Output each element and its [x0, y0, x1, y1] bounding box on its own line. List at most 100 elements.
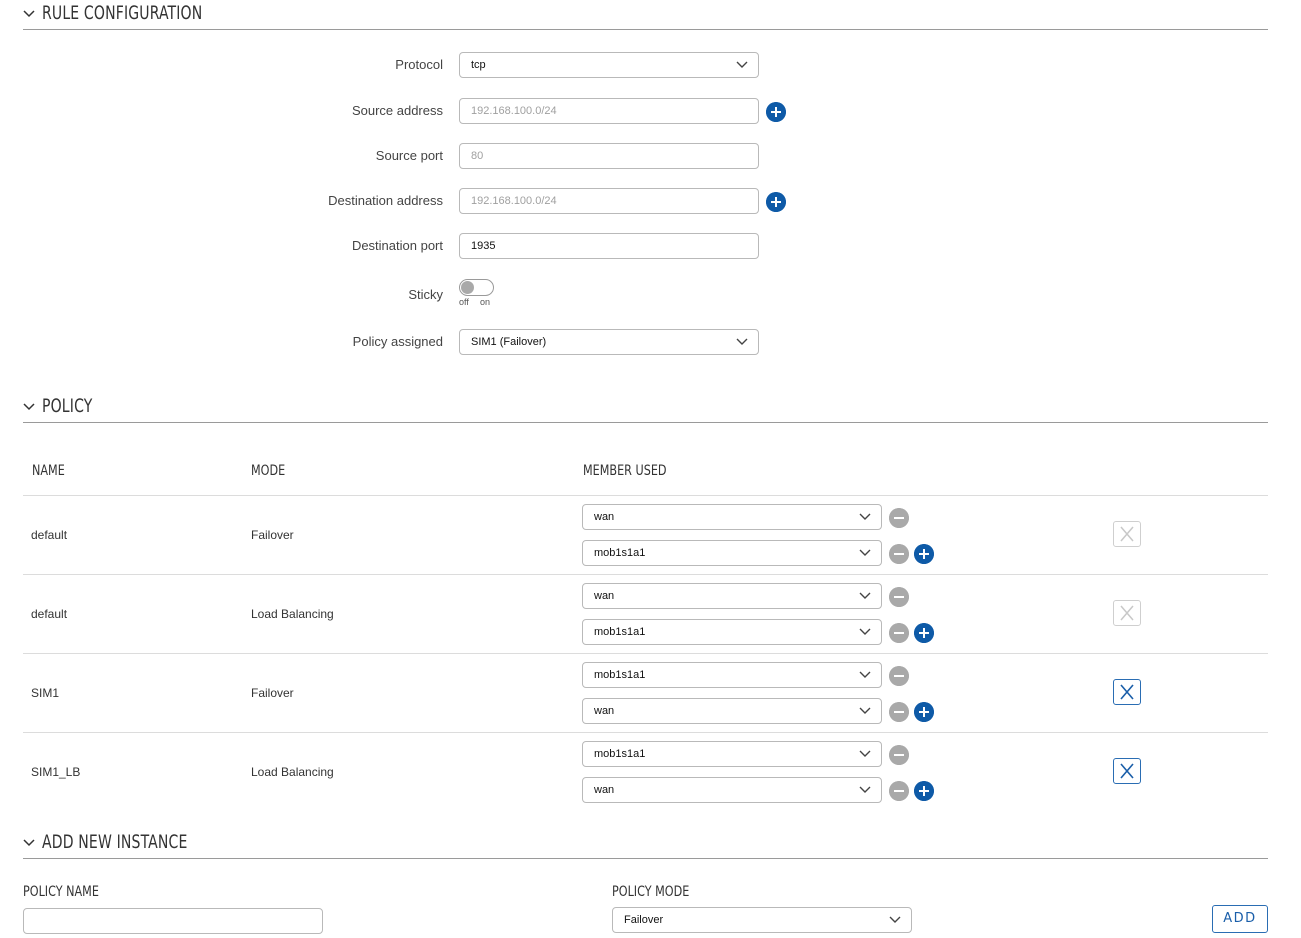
row-divider: [23, 653, 1268, 654]
policy-name: SIM1_LB: [31, 765, 81, 779]
rule-configuration-header[interactable]: RULE CONFIGURATION: [23, 0, 1268, 30]
remove-member-button[interactable]: [889, 702, 909, 722]
remove-member-button[interactable]: [889, 623, 909, 643]
close-icon: [1120, 605, 1134, 621]
member-select[interactable]: wan: [582, 504, 882, 530]
destination-port-label: Destination port: [351, 238, 443, 253]
policy-mode-label: POLICY MODE: [612, 884, 690, 900]
member-value: mob1s1a1: [594, 626, 646, 638]
remove-member-button[interactable]: [889, 666, 909, 686]
chevron-down-icon: [859, 750, 871, 757]
protocol-select[interactable]: tcp: [459, 52, 759, 78]
policy-mode: Load Balancing: [251, 607, 334, 621]
section-title: POLICY: [42, 395, 93, 417]
source-address-input[interactable]: 192.168.100.0/24: [459, 98, 759, 124]
row-divider: [23, 495, 1268, 496]
add-new-instance-header[interactable]: ADD NEW INSTANCE: [23, 829, 1268, 859]
member-value: wan: [594, 784, 615, 796]
destination-port-row: Destination port 1935: [0, 233, 1301, 259]
toggle-on-caption: on: [480, 297, 491, 307]
chevron-down-icon: [736, 61, 748, 68]
member-select[interactable]: wan: [582, 777, 882, 803]
policy-name: SIM1: [31, 686, 60, 700]
delete-policy-button[interactable]: [1113, 758, 1141, 784]
chevron-down-icon[interactable]: [23, 8, 35, 20]
source-address-row: Source address 192.168.100.0/24: [0, 98, 1301, 124]
protocol-value: tcp: [471, 59, 486, 71]
column-header-name: NAME: [32, 463, 65, 479]
source-port-row: Source port 80: [0, 143, 1301, 169]
add-member-button[interactable]: [914, 623, 934, 643]
remove-member-button[interactable]: [889, 781, 909, 801]
policy-name-label: POLICY NAME: [23, 884, 99, 900]
add-source-address-button[interactable]: [766, 102, 786, 122]
member-value: mob1s1a1: [594, 669, 646, 681]
column-header-member: MEMBER USED: [583, 463, 667, 479]
chevron-down-icon[interactable]: [23, 837, 35, 849]
member-value: mob1s1a1: [594, 748, 646, 760]
toggle-off-caption: off: [459, 297, 469, 307]
member-value: wan: [594, 705, 615, 717]
chevron-down-icon: [859, 707, 871, 714]
section-title: ADD NEW INSTANCE: [42, 831, 188, 853]
chevron-down-icon: [859, 786, 871, 793]
destination-address-input[interactable]: 192.168.100.0/24: [459, 188, 759, 214]
policy-name-input[interactable]: [23, 908, 323, 934]
policy-assigned-row: Policy assigned SIM1 (Failover): [0, 329, 1301, 355]
policy-mode-value: Failover: [624, 914, 664, 926]
add-button[interactable]: ADD: [1212, 905, 1268, 933]
row-divider: [23, 574, 1268, 575]
chevron-down-icon: [859, 549, 871, 556]
member-value: mob1s1a1: [594, 547, 646, 559]
delete-policy-button[interactable]: [1113, 521, 1141, 547]
delete-policy-button[interactable]: [1113, 679, 1141, 705]
source-port-label: Source port: [375, 148, 443, 163]
policy-mode: Failover: [251, 528, 294, 542]
chevron-down-icon: [859, 628, 871, 635]
chevron-down-icon[interactable]: [23, 401, 35, 413]
policy-name: default: [31, 528, 68, 542]
protocol-label: Protocol: [395, 57, 443, 72]
destination-address-label: Destination address: [328, 193, 443, 208]
add-member-button[interactable]: [914, 544, 934, 564]
close-icon: [1120, 684, 1134, 700]
member-select[interactable]: wan: [582, 698, 882, 724]
source-port-input[interactable]: 80: [459, 143, 759, 169]
row-divider: [23, 732, 1268, 733]
policy-assigned-value: SIM1 (Failover): [471, 336, 547, 348]
add-member-button[interactable]: [914, 702, 934, 722]
chevron-down-icon: [859, 513, 871, 520]
section-title: RULE CONFIGURATION: [42, 2, 203, 24]
chevron-down-icon: [736, 338, 748, 345]
policy-header[interactable]: POLICY: [23, 393, 1268, 423]
destination-port-input[interactable]: 1935: [459, 233, 759, 259]
policy-mode: Failover: [251, 686, 294, 700]
member-value: wan: [594, 590, 615, 602]
add-destination-address-button[interactable]: [766, 192, 786, 212]
remove-member-button[interactable]: [889, 745, 909, 765]
chevron-down-icon: [859, 671, 871, 678]
add-member-button[interactable]: [914, 781, 934, 801]
sticky-toggle[interactable]: [459, 279, 494, 296]
chevron-down-icon: [889, 916, 901, 923]
policy-mode-select[interactable]: Failover: [612, 907, 912, 933]
remove-member-button[interactable]: [889, 508, 909, 528]
chevron-down-icon: [859, 592, 871, 599]
member-select[interactable]: mob1s1a1: [582, 662, 882, 688]
delete-policy-button[interactable]: [1113, 600, 1141, 626]
remove-member-button[interactable]: [889, 587, 909, 607]
close-icon: [1120, 763, 1134, 779]
remove-member-button[interactable]: [889, 544, 909, 564]
policy-assigned-label: Policy assigned: [352, 334, 443, 349]
member-select[interactable]: mob1s1a1: [582, 540, 882, 566]
member-value: wan: [594, 511, 615, 523]
column-header-mode: MODE: [251, 463, 286, 479]
source-address-label: Source address: [351, 103, 443, 118]
member-select[interactable]: mob1s1a1: [582, 741, 882, 767]
destination-address-row: Destination address 192.168.100.0/24: [0, 188, 1301, 214]
member-select[interactable]: mob1s1a1: [582, 619, 882, 645]
toggle-knob: [461, 281, 474, 294]
policy-mode: Load Balancing: [251, 765, 334, 779]
member-select[interactable]: wan: [582, 583, 882, 609]
policy-assigned-select[interactable]: SIM1 (Failover): [459, 329, 759, 355]
